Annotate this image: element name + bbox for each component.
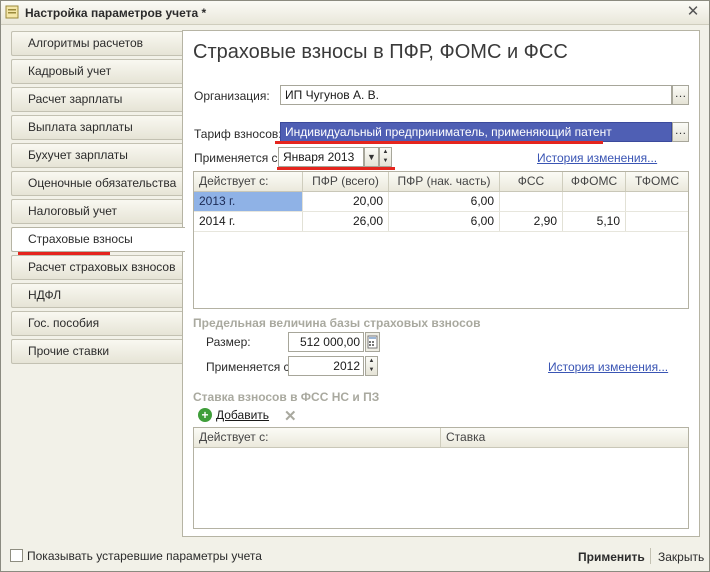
app-icon — [5, 5, 19, 19]
spin-down-icon[interactable]: ▼ — [366, 366, 377, 375]
nav-item-payroll-payment[interactable]: Выплата зарплаты — [11, 115, 183, 140]
tariff-history-link[interactable]: История изменения... — [537, 151, 657, 165]
fss-rates-table[interactable]: Действует с: Ставка — [193, 427, 689, 529]
column-header[interactable]: Действует с: — [194, 428, 441, 447]
show-obsolete-checkbox[interactable] — [10, 549, 23, 562]
base-size-label: Размер: — [206, 335, 251, 349]
base-applies-from-label: Применяется с: — [206, 360, 293, 374]
red-annotation-underline — [277, 167, 395, 170]
base-size-field[interactable]: 512 000,00 — [288, 332, 364, 352]
apply-button[interactable]: Применить — [578, 550, 645, 564]
nav-item-label: Страховые взносы — [28, 232, 133, 246]
nav-item-hr[interactable]: Кадровый учет — [11, 59, 183, 84]
table-cell[interactable]: 20,00 — [303, 192, 389, 211]
fss-rates-table-header: Действует с: Ставка — [194, 428, 688, 448]
spin-down-icon[interactable]: ▼ — [380, 157, 391, 166]
fss-rate-group-title: Ставка взносов в ФСС НС и ПЗ — [193, 390, 380, 404]
red-annotation-underline — [275, 141, 603, 144]
nav-item-contributions-calc[interactable]: Расчет страховых взносов — [11, 255, 183, 280]
tariff-label: Тариф взносов: — [194, 127, 282, 141]
base-limit-group-title: Предельная величина базы страховых взнос… — [193, 316, 481, 330]
column-header[interactable]: ПФР (нак. часть) — [389, 172, 500, 191]
table-cell[interactable]: 2,90 — [500, 212, 563, 231]
base-year-spinner[interactable]: ▲ ▼ — [365, 356, 378, 376]
show-obsolete-label[interactable]: Показывать устаревшие параметры учета — [27, 549, 262, 563]
spin-up-icon[interactable]: ▲ — [380, 148, 391, 157]
table-cell[interactable]: 2013 г. — [194, 192, 303, 211]
delete-icon[interactable]: ✕ — [284, 407, 297, 425]
nav-item-other-rates[interactable]: Прочие ставки — [11, 339, 183, 364]
base-limit-history-link[interactable]: История изменения... — [548, 360, 668, 374]
table-cell[interactable]: 6,00 — [389, 192, 500, 211]
organization-field[interactable]: ИП Чугунов А. В. — [280, 85, 672, 105]
organization-label: Организация: — [194, 89, 270, 103]
add-button-label: Добавить — [216, 408, 270, 422]
chevron-down-icon[interactable]: ▼ — [364, 147, 379, 167]
spin-up-icon[interactable]: ▲ — [366, 357, 377, 366]
tariff-select-button[interactable]: … — [672, 122, 689, 142]
table-cell[interactable] — [626, 192, 688, 211]
close-icon[interactable]: ✕ — [685, 4, 701, 20]
column-header[interactable]: ФСС — [500, 172, 563, 191]
close-button[interactable]: Закрыть — [658, 550, 704, 564]
table-row[interactable]: 2014 г. 26,00 6,00 2,90 5,10 — [194, 212, 688, 232]
page-title: Страховые взносы в ПФР, ФОМС и ФСС — [193, 41, 568, 63]
column-header[interactable]: ТФОМС — [626, 172, 688, 191]
table-cell[interactable]: 26,00 — [303, 212, 389, 231]
rates-table-header: Действует с: ПФР (всего) ПФР (нак. часть… — [194, 172, 688, 192]
add-button[interactable]: + Добавить — [198, 408, 269, 422]
rates-table[interactable]: Действует с: ПФР (всего) ПФР (нак. часть… — [193, 171, 689, 309]
column-header[interactable]: Действует с: — [194, 172, 303, 191]
nav-item-payroll-accounting[interactable]: Бухучет зарплаты — [11, 143, 183, 168]
table-cell[interactable] — [626, 212, 688, 231]
column-header[interactable]: Ставка — [441, 428, 688, 447]
nav-item-ndfl[interactable]: НДФЛ — [11, 283, 183, 308]
title-bar: Настройка параметров учета * ✕ — [1, 1, 709, 25]
organization-select-button[interactable]: … — [672, 85, 689, 105]
settings-window: Настройка параметров учета * ✕ Алгоритмы… — [0, 0, 710, 572]
settings-sections-nav: Алгоритмы расчетов Кадровый учет Расчет … — [11, 31, 185, 367]
footer-bar: Показывать устаревшие параметры учета Пр… — [1, 541, 709, 571]
plus-icon: + — [198, 408, 212, 422]
nav-item-payroll-calc[interactable]: Расчет зарплаты — [11, 87, 183, 112]
nav-item-estimated-liabilities[interactable]: Оценочные обязательства — [11, 171, 183, 196]
column-header[interactable]: ПФР (всего) — [303, 172, 389, 191]
applies-from-spinner[interactable]: ▲ ▼ — [379, 147, 392, 167]
calculator-icon[interactable] — [365, 332, 380, 352]
nav-item-tax-accounting[interactable]: Налоговый учет — [11, 199, 183, 224]
table-row[interactable]: 2013 г. 20,00 6,00 — [194, 192, 688, 212]
table-cell[interactable]: 2014 г. — [194, 212, 303, 231]
column-header[interactable]: ФФОМС — [563, 172, 626, 191]
nav-item-insurance-contributions[interactable]: Страховые взносы — [11, 227, 185, 255]
table-cell[interactable] — [500, 192, 563, 211]
applies-from-label: Применяется с: — [194, 151, 281, 165]
insurance-contributions-panel: Страховые взносы в ПФР, ФОМС и ФСС Орган… — [182, 30, 700, 537]
applies-from-field[interactable]: Января 2013 — [278, 147, 364, 167]
tariff-field[interactable]: Индивидуальный предприниматель, применяю… — [280, 122, 672, 142]
footer-separator — [650, 548, 651, 564]
table-cell[interactable] — [563, 192, 626, 211]
table-cell[interactable]: 5,10 — [563, 212, 626, 231]
table-cell[interactable]: 6,00 — [389, 212, 500, 231]
red-annotation-underline — [18, 252, 110, 255]
nav-item-state-benefits[interactable]: Гос. пособия — [11, 311, 183, 336]
base-applies-from-field[interactable]: 2012 — [288, 356, 364, 376]
nav-item-algorithms[interactable]: Алгоритмы расчетов — [11, 31, 183, 56]
window-title: Настройка параметров учета * — [25, 6, 207, 20]
